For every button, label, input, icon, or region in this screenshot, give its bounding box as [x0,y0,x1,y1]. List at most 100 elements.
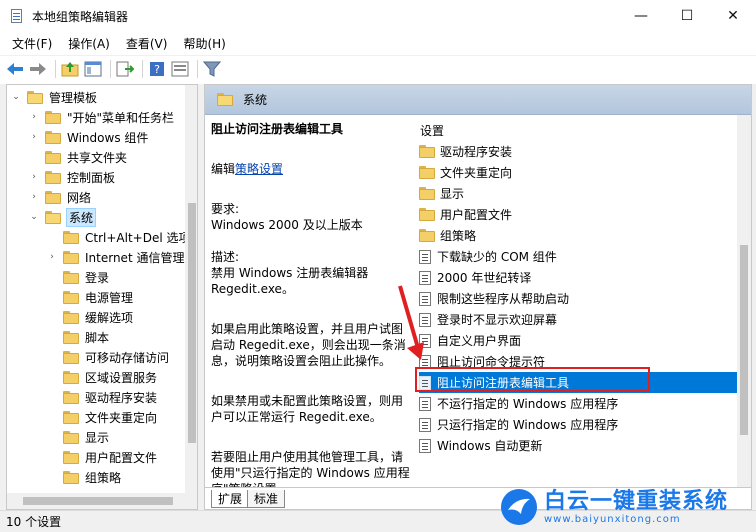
chevron-down-icon[interactable]: ⌄ [29,212,39,222]
requirements-value: Windows 2000 及以上版本 [211,218,363,232]
settings-scrollbar[interactable] [737,115,751,487]
tree-item[interactable]: › Windows 组件 [29,127,149,147]
folder-icon [63,350,79,364]
menu-help[interactable]: 帮助(H) [175,35,233,52]
menu-action[interactable]: 操作(A) [60,35,118,52]
settings-list[interactable]: 设置 驱动程序安装文件夹重定向显示 用户配置文件 组策略 下载缺少的 COM 组件 20… [411,115,751,487]
up-folder-icon[interactable] [60,59,80,79]
tree-item[interactable]: 区域设置服务 [47,367,158,387]
tree-item-label: Windows 组件 [67,130,149,145]
maximize-button[interactable]: ☐ [664,0,710,32]
description-value: 禁用 Windows 注册表编辑器 Regedit.exe。 [211,266,369,296]
tree-item[interactable]: 显示 [47,427,110,447]
policy-setting-row[interactable]: 登录时不显示欢迎屏幕 [419,309,737,330]
chevron-right-icon[interactable]: › [47,252,57,262]
tree-item[interactable]: 驱动程序安装 [47,387,158,407]
folder-icon [419,166,435,179]
chevron-right-icon[interactable]: › [29,192,39,202]
tree-horizontal-scrollbar[interactable] [7,493,197,509]
policy-setting-row[interactable]: 只运行指定的 Windows 应用程序 [419,414,737,435]
tree-item[interactable]: 用户配置文件 [47,447,158,467]
minimize-button[interactable]: — [618,0,664,32]
tree-item[interactable]: 文件夹重定向 [47,407,158,427]
tree-item[interactable]: 共享文件夹 [29,147,128,167]
chevron-right-icon[interactable]: › [29,132,39,142]
folder-icon [63,310,79,324]
tree-item-label: 驱动程序安装 [85,390,158,405]
help-icon[interactable]: ? [147,59,167,79]
show-hide-tree-icon[interactable] [83,59,103,79]
setting-label: 文件夹重定向 [440,166,513,180]
tree-item-label: 文件夹重定向 [85,410,158,425]
settings-folder-row[interactable]: 用户配置文件 [419,204,737,225]
policy-setting-row[interactable]: 2000 年世纪转译 [419,267,737,288]
folder-icon [45,170,61,184]
settings-folder-row[interactable]: 驱动程序安装 [419,141,737,162]
svg-text:?: ? [154,63,160,76]
details-pane: 系统 阻止访问注册表编辑工具 编辑策略设置 要求: Windows 2000 及以… [204,84,752,510]
edit-prefix: 编辑 [211,162,236,176]
forward-arrow-icon[interactable] [28,59,48,79]
tree-item[interactable]: › 网络 [29,187,92,207]
folder-icon [419,229,435,242]
folder-icon [63,330,79,344]
folder-icon [217,93,233,106]
policy-setting-row[interactable]: 自定义用户界面 [419,330,737,351]
folder-icon [63,410,79,424]
tree-item-label: 区域设置服务 [85,370,158,385]
policy-setting-icon [419,396,431,411]
tree-item[interactable]: 电源管理 [47,287,134,307]
filter-icon[interactable] [202,59,222,79]
policy-setting-icon [419,438,431,453]
settings-folder-row[interactable]: 文件夹重定向 [419,162,737,183]
tree-item[interactable]: 缓解选项 [47,307,134,327]
menu-view[interactable]: 查看(V) [118,35,176,52]
tree-item-label: Ctrl+Alt+Del 选项 [85,230,191,245]
chevron-down-icon[interactable]: ⌄ [11,92,21,102]
setting-label: 登录时不显示欢迎屏幕 [437,313,558,327]
tree-item-label: 系统 [66,207,97,227]
menu-file[interactable]: 文件(F) [4,35,60,52]
policy-setting-row[interactable]: Windows 自动更新 [419,435,737,456]
tree-item-label: 缓解选项 [85,310,134,325]
tree-item[interactable]: 登录 [47,267,110,287]
tree-item[interactable]: Ctrl+Alt+Del 选项 [47,227,191,247]
policy-setting-row[interactable]: 不运行指定的 Windows 应用程序 [419,393,737,414]
folder-icon [63,230,79,244]
edit-policy-link[interactable]: 策略设置 [235,162,283,176]
tab-extended[interactable]: 扩展 [211,490,249,508]
tree-vertical-scrollbar[interactable] [185,85,197,493]
export-icon[interactable] [115,59,135,79]
settings-column-header[interactable]: 设置 [420,120,444,140]
navigation-tree[interactable]: ⌄ 管理模板 › "开始"菜单和任务栏 › Windows 组件 共享文件夹 › 控制面板 › 网络… [6,84,198,510]
back-arrow-icon[interactable] [5,59,25,79]
chevron-right-icon[interactable]: › [29,172,39,182]
tree-item[interactable]: › 控制面板 [29,167,116,187]
details-header: 系统 [205,85,751,115]
settings-folder-row[interactable]: 组策略 [419,225,737,246]
folder-icon [419,145,435,158]
close-button[interactable]: ✕ [710,0,756,32]
policy-setting-row[interactable]: 下载缺少的 COM 组件 [419,246,737,267]
properties-icon[interactable] [170,59,190,79]
tree-item[interactable]: ⌄ 系统 [29,207,97,227]
tab-standard[interactable]: 标准 [247,490,286,508]
tree-item[interactable]: 组策略 [47,467,122,487]
settings-folder-row[interactable]: 显示 [419,183,737,204]
policy-setting-row[interactable]: 限制这些程序从帮助启动 [419,288,737,309]
tree-item[interactable]: › "开始"菜单和任务栏 [29,107,175,127]
tree-item[interactable]: 脚本 [47,327,110,347]
tree-item[interactable]: › Internet 通信管理 [47,247,185,267]
policy-setting-icon [419,249,431,264]
tree-item[interactable]: 可移动存储访问 [47,347,170,367]
folder-icon [45,150,61,164]
requirements-label: 要求: [211,202,240,216]
title-bar: 本地组策略编辑器 — ☐ ✕ [0,0,756,32]
chevron-right-icon[interactable]: › [29,112,39,122]
tree-item[interactable]: ⌄ 管理模板 [11,87,98,107]
